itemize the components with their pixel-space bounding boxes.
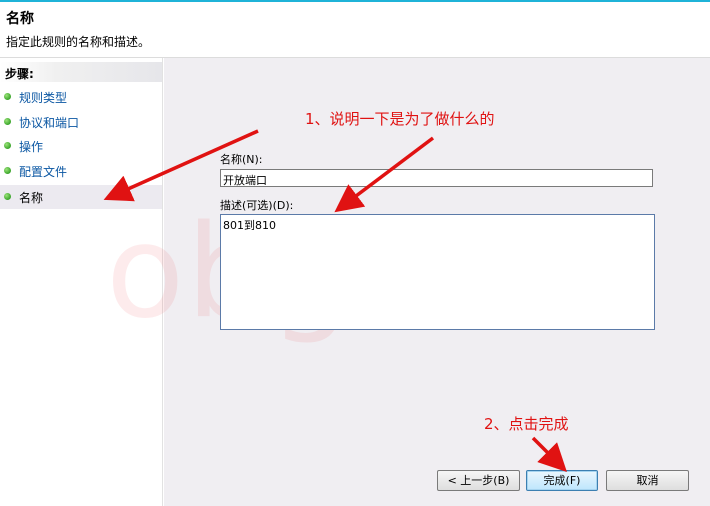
arrow-to-finish — [531, 436, 567, 472]
annotation-arrows — [103, 129, 567, 472]
arrow-to-description — [334, 136, 435, 213]
arrow-to-name-step — [103, 129, 259, 202]
